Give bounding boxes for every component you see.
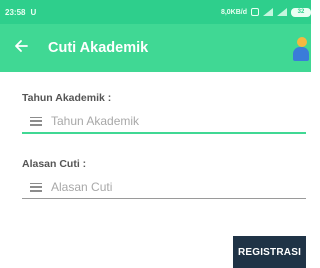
tahun-akademik-field: Tahun Akademik : [22, 92, 306, 134]
tahun-akademik-label: Tahun Akademik : [22, 92, 112, 104]
status-bar: 23:58 U 8,0KB/d 32 [0, 0, 311, 24]
alasan-cuti-underline [22, 198, 306, 199]
arrow-left-icon-glyph [15, 40, 28, 52]
notes-icon [30, 182, 42, 192]
app-bar: Cuti Akademik [0, 24, 311, 72]
alasan-cuti-label: Alasan Cuti : [22, 158, 87, 170]
header: 23:58 U 8,0KB/d 32 Cuti Akademik [0, 0, 311, 72]
alasan-cuti-field: Alasan Cuti : [22, 158, 306, 199]
page-title: Cuti Akademik [48, 40, 149, 56]
network-speed: 8,0KB/d [220, 8, 247, 16]
tahun-akademik-input[interactable] [51, 114, 291, 128]
user-avatar-icon[interactable] [293, 37, 309, 65]
alasan-cuti-input[interactable] [51, 180, 291, 194]
signal-icon [263, 8, 273, 16]
wifi-signal-icon [277, 8, 287, 16]
notes-icon [30, 116, 42, 126]
registrasi-button[interactable]: REGISTRASI [233, 236, 306, 268]
carrier-indicator: U [30, 7, 37, 17]
tahun-akademik-underline [22, 132, 306, 134]
data-saver-icon [251, 8, 259, 16]
status-time: 23:58 [5, 7, 26, 17]
arrow-left-icon[interactable] [14, 39, 34, 57]
battery-icon: 32 [291, 7, 311, 17]
